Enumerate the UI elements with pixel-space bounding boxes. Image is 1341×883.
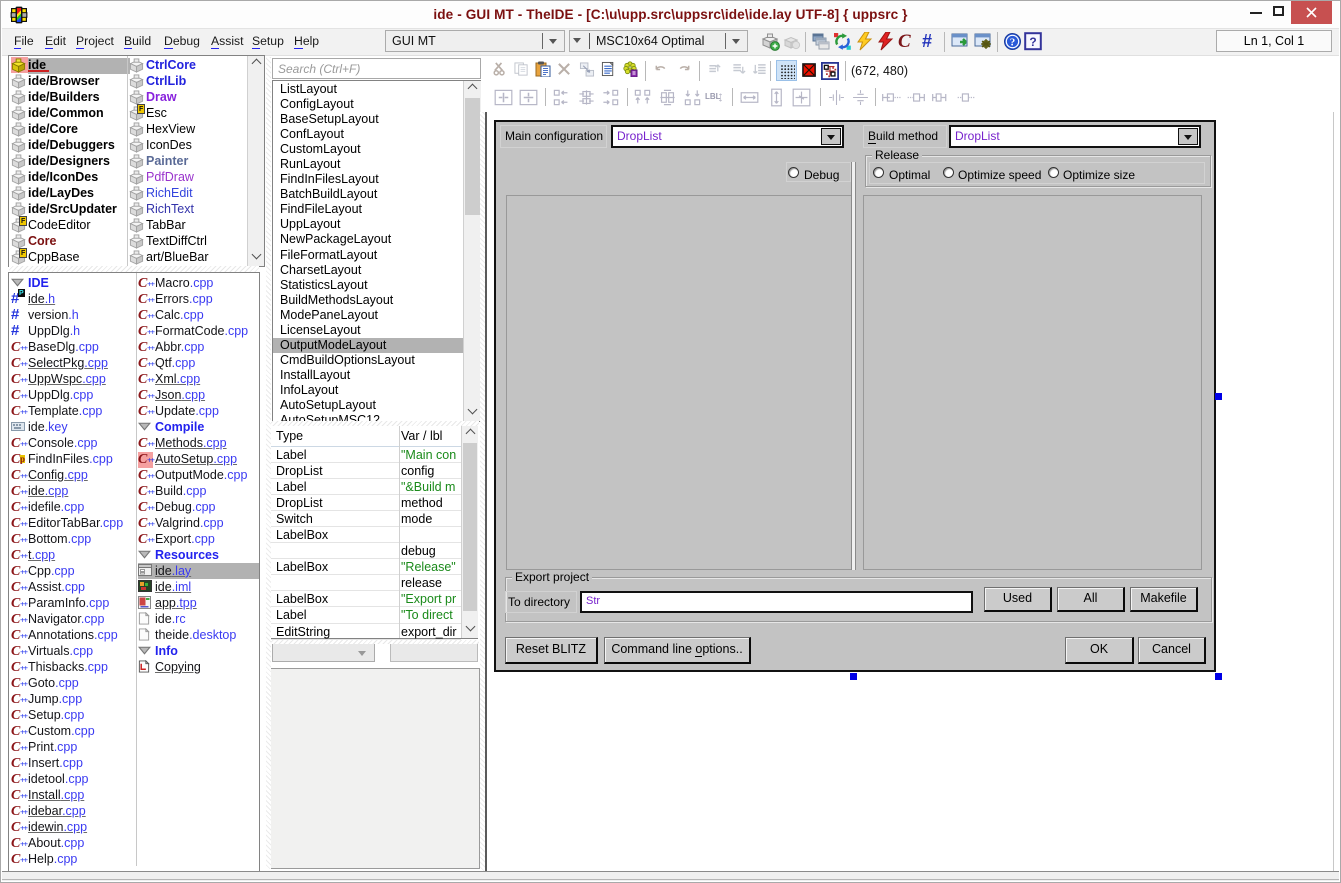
svg-text:?: ? [1029, 35, 1036, 49]
svg-text:?: ? [1010, 37, 1016, 49]
